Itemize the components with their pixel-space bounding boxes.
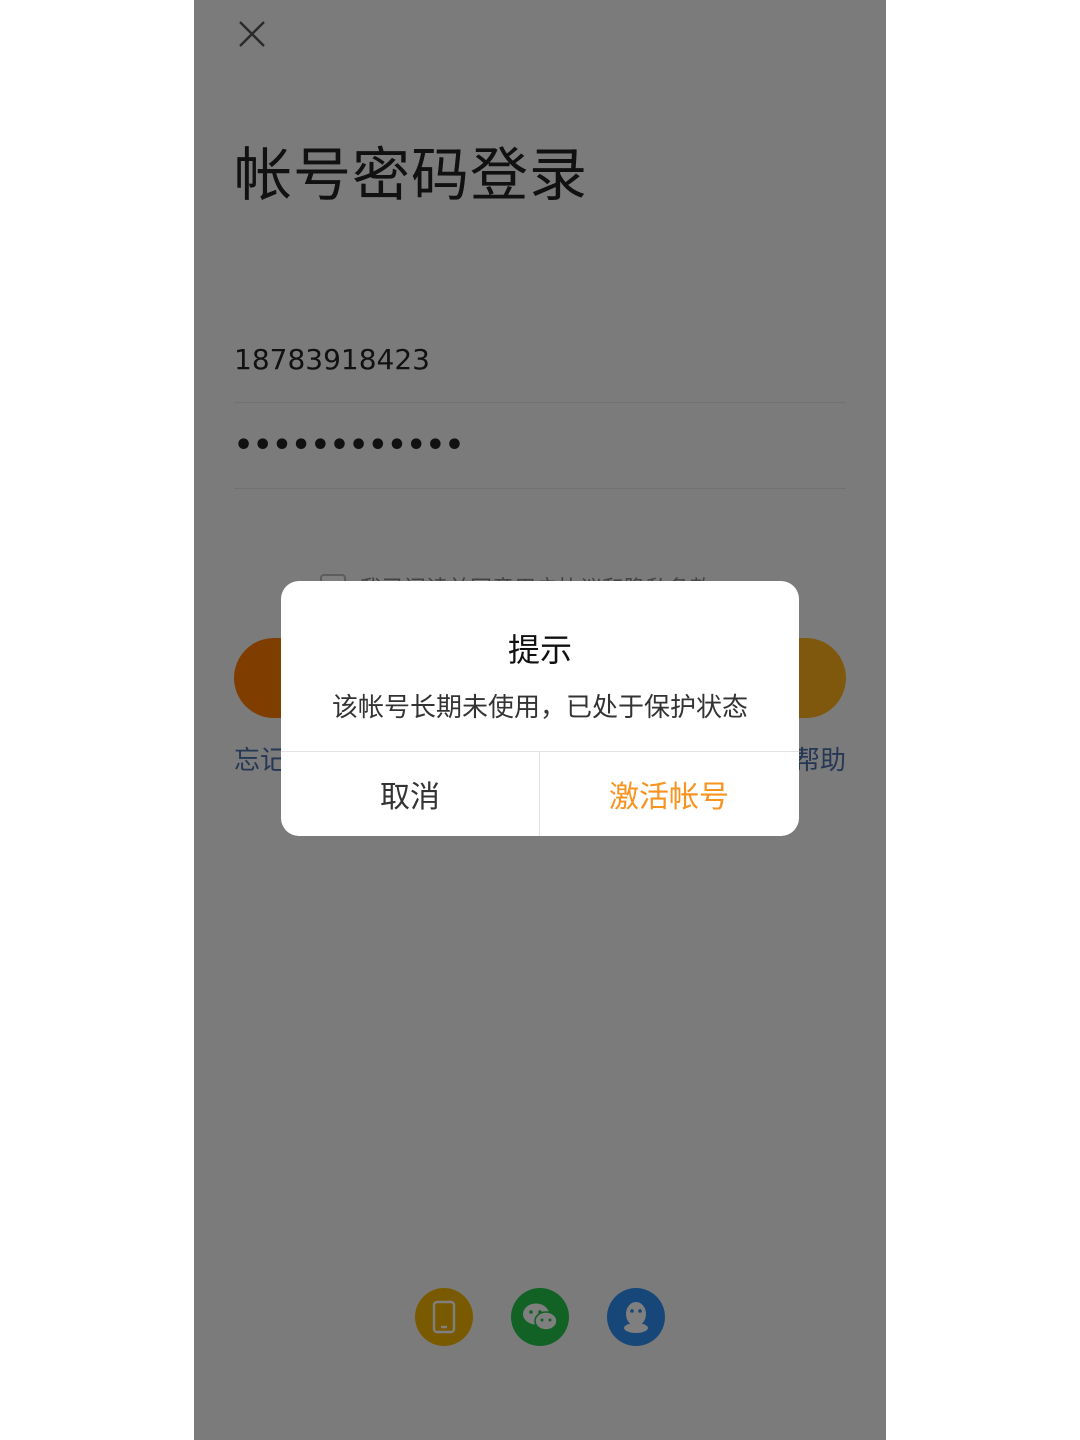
cancel-button[interactable]: 取消 bbox=[281, 752, 539, 836]
activate-account-button[interactable]: 激活帐号 bbox=[540, 752, 798, 836]
login-screen: 帐号密码登录 18783918423 •••••••••••• 我已阅读并同意用… bbox=[194, 0, 886, 1440]
dialog-message: 该帐号长期未使用，已处于保护状态 bbox=[331, 693, 748, 723]
dialog-title: 提示 bbox=[507, 631, 572, 669]
alert-dialog: 提示 该帐号长期未使用，已处于保护状态 取消 激活帐号 bbox=[281, 581, 799, 836]
